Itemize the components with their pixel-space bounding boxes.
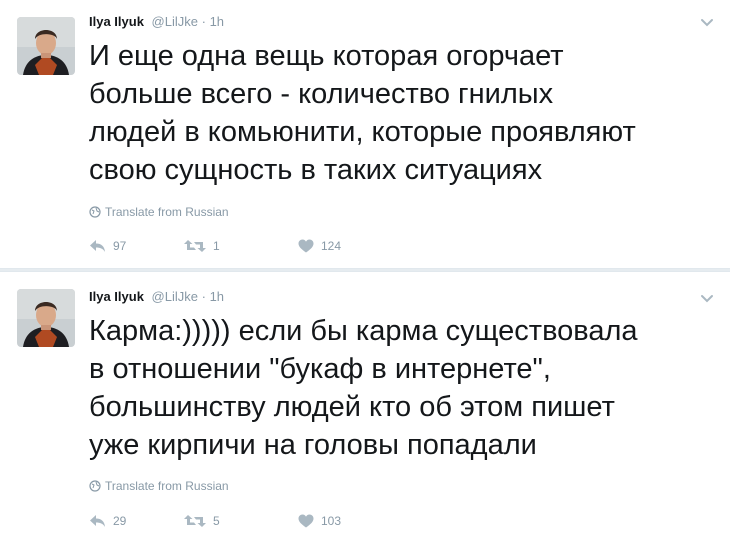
like-count: 103 bbox=[321, 514, 342, 528]
reply-button[interactable]: 97 bbox=[89, 239, 184, 253]
like-button[interactable]: 124 bbox=[298, 239, 398, 253]
translate-link[interactable]: Translate from Russian bbox=[89, 205, 229, 219]
author-handle[interactable]: @LilJke bbox=[152, 289, 198, 304]
tweet[interactable]: Ilya Ilyuk @LilJke · 1h Карма:))))) если… bbox=[0, 272, 730, 547]
retweet-icon bbox=[184, 240, 206, 252]
author-name[interactable]: Ilya Ilyuk bbox=[89, 289, 144, 304]
translate-link[interactable]: Translate from Russian bbox=[89, 479, 229, 493]
separator-dot: · bbox=[201, 14, 206, 29]
chevron-down-icon[interactable] bbox=[700, 294, 714, 304]
timestamp[interactable]: 1h bbox=[210, 14, 224, 29]
avatar[interactable] bbox=[17, 17, 75, 75]
translate-label: Translate from Russian bbox=[105, 205, 229, 219]
reply-icon bbox=[90, 515, 105, 527]
tweet-header: Ilya Ilyuk @LilJke · 1h bbox=[89, 289, 224, 305]
tweet-text: Карма:))))) если бы карма существовала в… bbox=[89, 315, 638, 461]
globe-icon bbox=[89, 480, 101, 492]
timestamp[interactable]: 1h bbox=[210, 289, 224, 304]
heart-icon bbox=[298, 514, 314, 528]
avatar[interactable] bbox=[17, 289, 75, 347]
retweet-count: 5 bbox=[213, 514, 220, 528]
like-count: 124 bbox=[321, 239, 342, 253]
tweet-text: И еще одна вещь которая огорчает больше … bbox=[89, 40, 636, 186]
reply-count: 29 bbox=[113, 514, 127, 528]
retweet-button[interactable]: 5 bbox=[184, 514, 298, 528]
retweet-icon bbox=[184, 515, 206, 527]
heart-icon bbox=[298, 239, 314, 253]
translate-label: Translate from Russian bbox=[105, 479, 229, 493]
tweet-header: Ilya Ilyuk @LilJke · 1h bbox=[89, 14, 224, 30]
reply-icon bbox=[90, 240, 105, 252]
globe-icon bbox=[89, 206, 101, 218]
separator-dot: · bbox=[201, 289, 206, 304]
author-name[interactable]: Ilya Ilyuk bbox=[89, 14, 144, 29]
tweet-actions: 97 1 124 bbox=[89, 239, 398, 253]
retweet-button[interactable]: 1 bbox=[184, 239, 298, 253]
retweet-count: 1 bbox=[213, 239, 220, 253]
author-handle[interactable]: @LilJke bbox=[152, 14, 198, 29]
tweet-actions: 29 5 103 bbox=[89, 514, 398, 528]
chevron-down-icon[interactable] bbox=[700, 18, 714, 28]
like-button[interactable]: 103 bbox=[298, 514, 398, 528]
reply-button[interactable]: 29 bbox=[89, 514, 184, 528]
tweet[interactable]: Ilya Ilyuk @LilJke · 1h И еще одна вещь … bbox=[0, 0, 730, 268]
reply-count: 97 bbox=[113, 239, 127, 253]
